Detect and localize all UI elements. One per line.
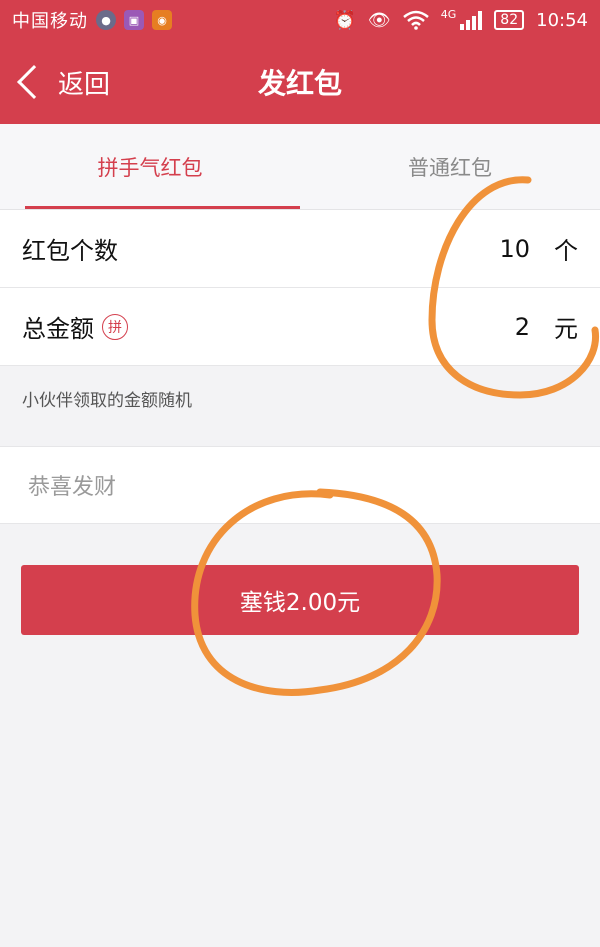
count-row[interactable]: 红包个数 10 个	[0, 210, 600, 288]
wifi-icon	[402, 10, 429, 30]
notification-app-icon: ●	[96, 10, 116, 30]
app-notification-icon: ◉	[152, 10, 172, 30]
eye-icon: 👁	[367, 9, 391, 31]
red-packet-form: 红包个数 10 个 总金额 拼 2 元	[0, 210, 600, 366]
carrier-name: 中国移动	[12, 11, 88, 32]
gallery-notification-icon: ▣	[124, 10, 144, 30]
lucky-badge: 拼	[102, 313, 128, 340]
tab-lucky-red-packet[interactable]: 拼手气红包	[0, 124, 300, 209]
alarm-icon: ⏰	[333, 9, 356, 31]
title-bar: 返回 发红包	[0, 40, 600, 124]
status-right: ⏰ 👁 4G 82 10:54	[333, 7, 588, 31]
tab-bar: 拼手气红包 普通红包	[0, 124, 600, 210]
send-money-button[interactable]: 塞钱2.00元	[21, 565, 579, 635]
greeting-input[interactable]: 恭喜发财	[0, 446, 600, 524]
amount-input[interactable]: 2	[490, 313, 530, 341]
amount-label-group: 总金额 拼	[22, 309, 128, 344]
tab-normal-red-packet[interactable]: 普通红包	[300, 124, 600, 209]
clock: 10:54	[536, 9, 588, 31]
count-label: 红包个数	[22, 237, 118, 265]
amount-row[interactable]: 总金额 拼 2 元	[0, 288, 600, 366]
count-unit: 个	[554, 237, 578, 265]
network-type: 4G	[440, 7, 457, 21]
back-label: 返回	[58, 69, 111, 100]
count-input[interactable]: 10	[490, 235, 530, 263]
amount-unit: 元	[554, 315, 578, 343]
back-button[interactable]: 返回	[12, 40, 110, 124]
count-value-group: 10 个	[490, 231, 578, 266]
status-left: 中国移动 ● ▣ ◉	[12, 7, 172, 33]
chevron-left-icon	[17, 65, 51, 99]
signal-icon	[460, 10, 483, 30]
battery-icon: 82	[494, 10, 525, 30]
amount-label: 总金额	[22, 315, 94, 343]
status-bar: 中国移动 ● ▣ ◉ ⏰ 👁 4G 82 10:54	[0, 0, 600, 40]
amount-value-group: 2 元	[490, 309, 578, 344]
random-amount-hint: 小伙伴领取的金额随机	[22, 391, 192, 411]
